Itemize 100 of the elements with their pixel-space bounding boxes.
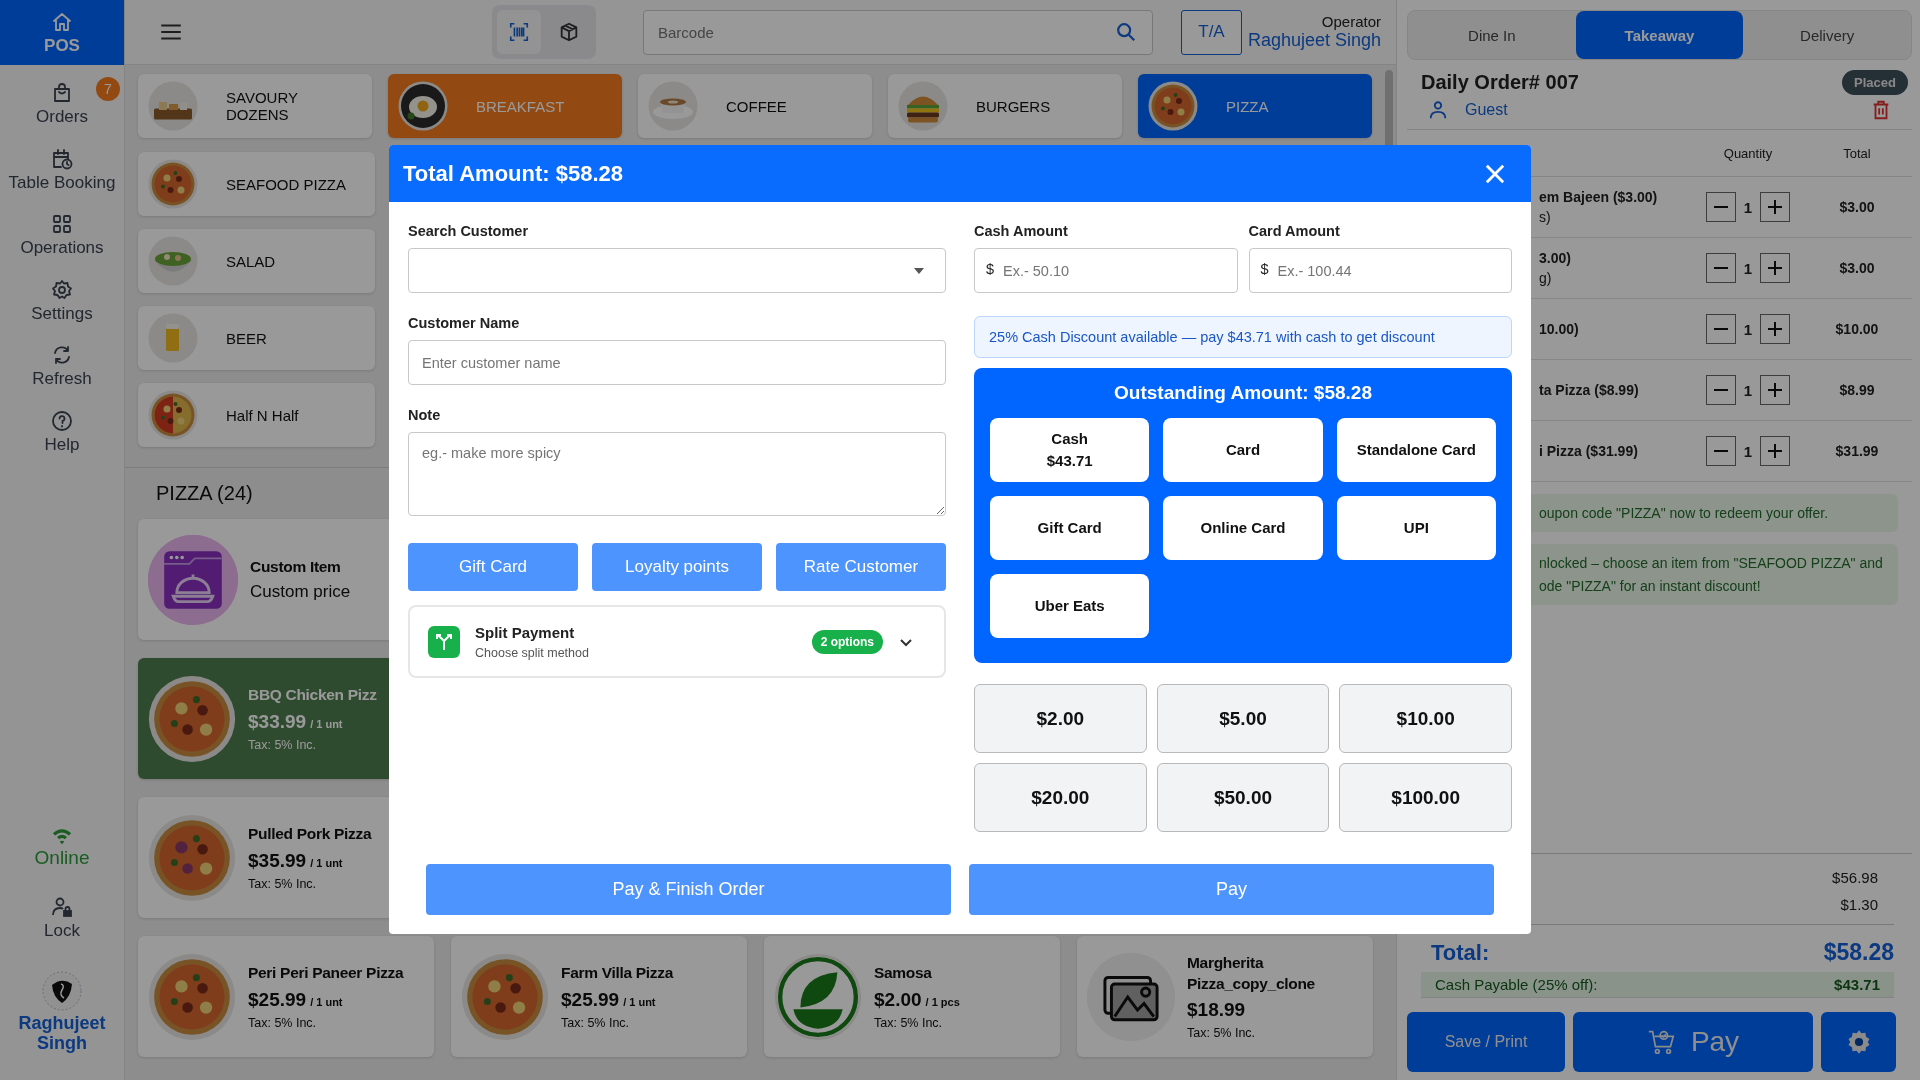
barcode-search-field[interactable]: Barcode xyxy=(643,9,1153,55)
decrease-button[interactable] xyxy=(1705,314,1736,344)
category-card[interactable]: COFFEE xyxy=(638,74,872,138)
payment-method-button[interactable]: Cash $43.71 xyxy=(990,418,1150,482)
payment-method-button[interactable]: Gift Card xyxy=(990,496,1150,560)
tax-label: Tax: 5% Inc. xyxy=(874,1015,944,1030)
outstanding-amount: Outstanding Amount: $58.28 xyxy=(1114,382,1372,404)
quick-amount-button[interactable]: $20.00 xyxy=(974,763,1147,832)
order-type-button[interactable]: T/A xyxy=(1181,9,1242,55)
count-badge: 7 xyxy=(96,77,120,101)
unit-label: / 1 unt xyxy=(623,995,656,1008)
payment-method-button[interactable]: Online Card xyxy=(1163,496,1323,560)
customer-name-field[interactable]: Enter customer name xyxy=(408,340,946,385)
tax-label: Tax: 5% Inc. xyxy=(561,1015,631,1030)
product-subtitle: Custom price xyxy=(250,582,351,603)
search-icon[interactable] xyxy=(1115,20,1137,43)
quantity-value: 1 xyxy=(1743,259,1753,277)
lock-button[interactable]: Lock xyxy=(38,887,86,949)
field-label: Cash Amount xyxy=(974,223,1069,239)
category-card[interactable]: SAVOURY DOZENS xyxy=(138,74,372,138)
increase-button[interactable] xyxy=(1760,253,1791,283)
quantity-value: 1 xyxy=(1743,381,1753,399)
product-card[interactable]: Farm Villa Pizza $25.99 / 1 unt Tax: 5% Inc. xyxy=(451,936,747,1057)
user-profile[interactable]: Raghujeet Singh xyxy=(0,962,124,1062)
minus-icon xyxy=(1712,206,1729,208)
product-name: Samosa xyxy=(874,963,933,984)
split-icon xyxy=(428,625,460,658)
quantity-value: 1 xyxy=(1743,442,1753,460)
minus-icon xyxy=(1712,267,1729,269)
payment-method-button[interactable]: Card xyxy=(1163,418,1323,482)
cash-payable-label: Cash Payable (25% off): xyxy=(1435,976,1598,993)
item-name: i Pizza ($31.99) xyxy=(1539,443,1639,459)
decrease-button[interactable] xyxy=(1705,253,1736,283)
nav-item[interactable]: Operations xyxy=(0,204,124,266)
split-payment-panel[interactable]: Split Payment Choose split method 2 options xyxy=(408,605,946,678)
payment-method-button[interactable]: Standalone Card xyxy=(1336,418,1496,482)
nav-item[interactable]: Table Booking xyxy=(0,138,124,201)
total-amount: $58.28 xyxy=(1823,939,1894,966)
user-lock-icon xyxy=(50,895,74,920)
payment-method-button[interactable]: UPI xyxy=(1336,496,1496,560)
order-title: Daily Order# 007 xyxy=(1421,71,1579,94)
increase-button[interactable] xyxy=(1760,314,1791,344)
operator-name: Raghujeet Singh xyxy=(1247,30,1381,51)
decrease-button[interactable] xyxy=(1705,375,1736,405)
tax-label: Tax: 5% Inc. xyxy=(1187,1026,1257,1041)
category-card[interactable]: SALAD xyxy=(138,229,375,293)
product-card[interactable]: Samosa $2.00 / 1 pcs Tax: 5% Inc. xyxy=(764,936,1060,1057)
minus-icon xyxy=(1712,450,1729,452)
note-field[interactable]: eg.- make more spicy xyxy=(408,432,946,516)
increase-button[interactable] xyxy=(1760,375,1791,405)
field-label: Note xyxy=(408,407,442,423)
currency-prefix: $ xyxy=(1260,261,1269,277)
settings-button[interactable] xyxy=(1821,1012,1896,1072)
order-type-tab[interactable]: Delivery xyxy=(1743,11,1911,59)
cloche-icon xyxy=(148,534,238,625)
product-price: $18.99 xyxy=(1187,999,1246,1022)
tax-label: Tax: 5% Inc. xyxy=(248,876,318,891)
increase-button[interactable] xyxy=(1760,192,1791,222)
nav-item[interactable]: Orders 7 xyxy=(0,73,124,135)
calendar-icon xyxy=(50,146,74,171)
product-price: $25.99 xyxy=(561,988,620,1011)
nav-item[interactable]: Settings xyxy=(0,269,124,332)
product-name: Peri Peri Paneer Pizza xyxy=(248,963,404,984)
product-price: $35.99 xyxy=(248,849,307,872)
nav-item[interactable]: Refresh xyxy=(0,335,124,397)
decrease-button[interactable] xyxy=(1705,436,1736,466)
split-title: Split Payment xyxy=(475,623,576,641)
product-card[interactable]: Margherita Pizza_copy_clone $18.99 Tax: 5% Inc. xyxy=(1077,936,1373,1057)
currency-prefix: $ xyxy=(986,261,995,277)
summary-amount: $1.30 xyxy=(1839,895,1879,915)
item-total: $8.99 xyxy=(1838,382,1876,398)
column-header: Quantity xyxy=(1722,145,1774,161)
category-card[interactable]: Half N Half xyxy=(138,383,375,447)
category-card[interactable]: BEER xyxy=(138,306,375,370)
category-card[interactable]: BURGERS xyxy=(888,74,1122,138)
nav-item[interactable]: Help xyxy=(0,400,124,463)
help-icon xyxy=(50,408,74,433)
category-card[interactable]: SEAFOOD PIZZA xyxy=(138,152,375,216)
unit-label: / 1 unt xyxy=(310,717,343,730)
decrease-button[interactable] xyxy=(1705,192,1736,222)
item-total: $3.00 xyxy=(1838,260,1876,276)
product-name: Custom Item xyxy=(250,556,342,577)
increase-button[interactable] xyxy=(1760,436,1791,466)
quick-amount-button[interactable]: $5.00 xyxy=(1156,684,1330,753)
column-header: Total xyxy=(1842,145,1872,161)
customer-link[interactable]: Guest xyxy=(1427,99,1508,121)
order-type-tab[interactable]: Dine In xyxy=(1408,11,1576,59)
quick-amount-button[interactable]: $100.00 xyxy=(1339,763,1512,832)
unit-label: / 1 unt xyxy=(310,856,343,869)
payment-method-button[interactable]: Uber Eats xyxy=(990,574,1150,638)
barcode-mode-button[interactable] xyxy=(497,10,541,54)
product-card[interactable]: Peri Peri Paneer Pizza $25.99 / 1 unt Tax: 5% Inc. xyxy=(138,936,434,1057)
field-label: Customer Name xyxy=(408,315,521,331)
quick-amount-button[interactable]: $2.00 xyxy=(974,684,1147,753)
barcode-icon xyxy=(508,21,530,43)
quick-amount-button[interactable]: $10.00 xyxy=(1339,684,1512,753)
cash-payable-amount: $43.71 xyxy=(1834,976,1880,993)
product-price: $2.00 xyxy=(874,988,922,1011)
quick-amount-button[interactable]: $50.00 xyxy=(1156,763,1330,832)
summary-amount: $56.98 xyxy=(1831,868,1879,888)
